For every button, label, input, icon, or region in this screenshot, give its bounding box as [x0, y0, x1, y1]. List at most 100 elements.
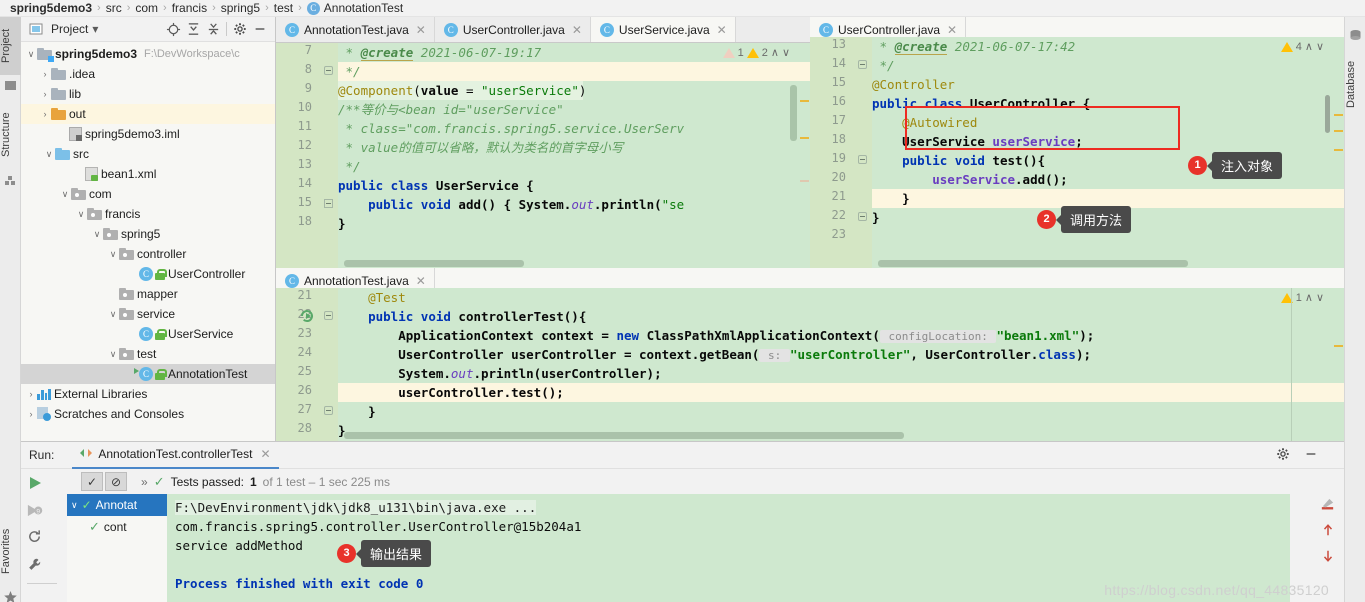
project-panel-title[interactable]: Project	[51, 22, 88, 36]
scroll-up-icon[interactable]	[1311, 517, 1344, 543]
chevron-down-icon[interactable]: ∨	[75, 208, 87, 220]
code-fold-plus-icon[interactable]	[324, 199, 333, 208]
code-fold-icon[interactable]	[858, 155, 867, 164]
tree-item-src[interactable]: ∨ src	[21, 144, 275, 164]
expand-status-icon[interactable]: »	[141, 475, 148, 489]
tree-item-idea[interactable]: › .idea	[21, 64, 275, 84]
minimize-icon[interactable]	[1304, 447, 1318, 464]
chevron-up-icon[interactable]: ∧	[1305, 40, 1313, 53]
close-icon[interactable]: ✕	[572, 23, 582, 37]
breadcrumb-item-src[interactable]: src	[106, 1, 122, 15]
chevron-down-icon[interactable]: ∨	[59, 188, 71, 200]
tool-tab-structure[interactable]: Structure	[0, 99, 21, 171]
breadcrumb-item-test[interactable]: test	[274, 1, 293, 15]
editor-left-code[interactable]: 7 8 9 10 11 12 13 14 15 18 * @create 202…	[276, 43, 810, 269]
tool-tab-project[interactable]: Project	[0, 17, 21, 75]
breadcrumb-item-spring5[interactable]: spring5	[221, 1, 260, 15]
expand-all-icon[interactable]	[183, 19, 203, 39]
tree-item-controller[interactable]: ∨ controller	[21, 244, 275, 264]
editor-tab-usercontroller[interactable]: C UserController.java ✕	[434, 17, 591, 42]
tree-item-iml[interactable]: spring5demo3.iml	[21, 124, 275, 144]
run-test-icon[interactable]	[300, 309, 314, 323]
chevron-down-icon[interactable]: ∨	[107, 248, 119, 260]
tree-item-annotationtest[interactable]: C AnnotationTest	[21, 364, 275, 384]
editor-tab-annotationtest[interactable]: C AnnotationTest.java ✕	[276, 17, 435, 42]
wrench-icon[interactable]	[27, 557, 42, 575]
soft-wrap-icon[interactable]	[1311, 491, 1344, 517]
gear-icon[interactable]	[230, 19, 250, 39]
breadcrumb-item-annotationtest[interactable]: AnnotationTest	[324, 1, 403, 15]
chevron-down-icon[interactable]: ∨	[25, 48, 37, 60]
code-fold-icon[interactable]	[324, 66, 333, 75]
gear-icon[interactable]	[1276, 447, 1290, 464]
horizontal-scrollbar[interactable]	[878, 260, 1188, 267]
rerun-icon[interactable]	[27, 475, 43, 494]
breadcrumb-item-project[interactable]: spring5demo3	[10, 1, 92, 15]
code-fold-icon[interactable]	[858, 60, 867, 69]
editor-bottom-marker-strip[interactable]	[1332, 307, 1344, 441]
close-icon[interactable]: ✕	[416, 23, 426, 37]
tree-item-lib[interactable]: › lib	[21, 84, 275, 104]
chevron-down-icon[interactable]: ∨	[782, 46, 790, 59]
collapse-all-icon[interactable]	[203, 19, 223, 39]
show-ignored-toggle[interactable]: ⊘	[105, 472, 127, 491]
chevron-up-icon[interactable]: ∧	[771, 46, 779, 59]
editor-left-inspection-widget[interactable]: 1 2 ∧ ∨	[722, 43, 794, 62]
chevron-down-icon[interactable]: ∨	[71, 500, 78, 511]
editor-bottom-code[interactable]: 21 22 23 24 25 26 27 28 @Test public voi…	[276, 288, 1344, 441]
horizontal-scrollbar[interactable]	[344, 260, 524, 267]
code-fold-icon[interactable]	[858, 212, 867, 221]
breadcrumb-item-com[interactable]: com	[135, 1, 158, 15]
tree-item-spring5demo3[interactable]: ∨ spring5demo3 F:\DevWorkspace\c	[21, 44, 275, 64]
scroll-down-icon[interactable]	[1311, 543, 1344, 569]
chevron-right-icon[interactable]: ›	[25, 388, 37, 400]
vertical-scrollbar[interactable]	[1325, 95, 1330, 133]
editor-bottom-inspection-widget[interactable]: 1 ∧ ∨	[1280, 288, 1328, 307]
close-icon[interactable]: ✕	[947, 23, 957, 37]
chevron-down-icon[interactable]: ∨	[43, 148, 55, 160]
chevron-up-icon[interactable]: ∧	[1305, 291, 1313, 304]
close-icon[interactable]: ✕	[260, 447, 270, 461]
tree-item-francis[interactable]: ∨ francis	[21, 204, 275, 224]
close-icon[interactable]: ✕	[717, 23, 727, 37]
tree-item-out[interactable]: › out	[21, 104, 275, 124]
debug-icon[interactable]: 9	[26, 502, 43, 522]
hide-icon[interactable]	[250, 19, 270, 39]
chevron-down-icon[interactable]: ▾	[88, 19, 102, 39]
horizontal-scrollbar[interactable]	[344, 432, 904, 439]
tree-item-external-libraries[interactable]: › External Libraries	[21, 384, 275, 404]
editor-right-marker-strip[interactable]	[1332, 56, 1344, 269]
chevron-right-icon[interactable]: ›	[25, 408, 37, 420]
editor-left-marker-strip[interactable]	[798, 62, 810, 269]
close-icon[interactable]: ✕	[416, 274, 426, 288]
chevron-right-icon[interactable]: ›	[39, 88, 51, 100]
tree-item-com[interactable]: ∨ com	[21, 184, 275, 204]
tests-tree-row-annotationtest[interactable]: ∨ ✓ Annotat	[67, 494, 167, 516]
chevron-down-icon[interactable]: ∨	[1316, 40, 1324, 53]
chevron-down-icon[interactable]: ∨	[107, 348, 119, 360]
chevron-down-icon[interactable]: ∨	[1316, 291, 1324, 304]
editor-tab-userservice[interactable]: C UserService.java ✕	[590, 17, 736, 42]
editor-right-inspection-widget[interactable]: 4 ∧ ∨	[1280, 37, 1328, 56]
locate-icon[interactable]	[163, 19, 183, 39]
tree-item-bean1-xml[interactable]: bean1.xml	[21, 164, 275, 184]
restart-icon[interactable]	[27, 529, 42, 547]
tree-item-usercontroller[interactable]: C UserController	[21, 264, 275, 284]
breadcrumb-item-francis[interactable]: francis	[172, 1, 207, 15]
vertical-scrollbar[interactable]	[790, 85, 797, 141]
chevron-right-icon[interactable]: ›	[39, 68, 51, 80]
tree-item-spring5[interactable]: ∨ spring5	[21, 224, 275, 244]
tree-item-userservice[interactable]: C UserService	[21, 324, 275, 344]
tree-item-service[interactable]: ∨ service	[21, 304, 275, 324]
chevron-right-icon[interactable]: ›	[39, 108, 51, 120]
tests-tree-row-controllertest[interactable]: ✓ cont	[67, 516, 167, 538]
tree-item-test[interactable]: ∨ test	[21, 344, 275, 364]
chevron-down-icon[interactable]: ∨	[91, 228, 103, 240]
code-fold-icon[interactable]	[324, 311, 333, 320]
tree-item-scratches-and-consoles[interactable]: › Scratches and Consoles	[21, 404, 275, 424]
run-tab-annotationtest[interactable]: AnnotationTest.controllerTest ✕	[72, 442, 279, 469]
tree-item-mapper[interactable]: mapper	[21, 284, 275, 304]
code-fold-icon[interactable]	[324, 406, 333, 415]
tool-tab-favorites[interactable]: Favorites	[0, 515, 21, 587]
chevron-down-icon[interactable]: ∨	[107, 308, 119, 320]
